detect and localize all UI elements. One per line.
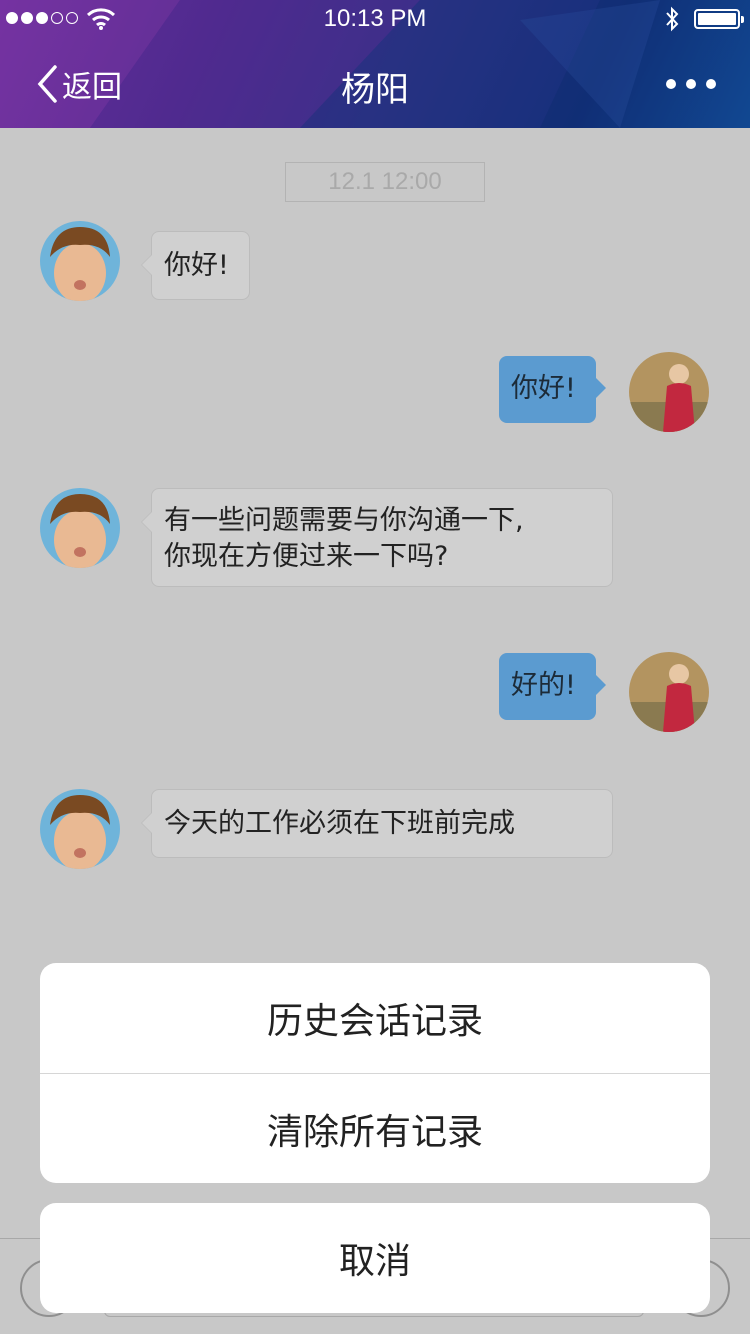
action-sheet: 历史会话记录 清除所有记录 bbox=[40, 963, 710, 1183]
more-dot-icon bbox=[666, 79, 676, 89]
more-dot-icon bbox=[686, 79, 696, 89]
boy-avatar-icon bbox=[40, 488, 120, 568]
chat-timestamp: 12.1 12:00 bbox=[285, 162, 485, 202]
nav-header: 10:13 PM 返回 杨阳 bbox=[0, 0, 750, 128]
contact-avatar[interactable] bbox=[40, 789, 120, 869]
message-bubble-outgoing: 好的! bbox=[499, 653, 606, 720]
message-bubble-outgoing: 你好! bbox=[499, 356, 606, 423]
boy-avatar-icon bbox=[40, 221, 120, 301]
back-button[interactable]: 返回 bbox=[36, 62, 122, 106]
bluetooth-icon bbox=[666, 6, 679, 32]
status-bar: 10:13 PM bbox=[0, 0, 750, 40]
back-label: 返回 bbox=[62, 70, 122, 105]
more-options-button[interactable] bbox=[666, 66, 716, 102]
more-dot-icon bbox=[706, 79, 716, 89]
boy-avatar-icon bbox=[40, 789, 120, 869]
contact-avatar[interactable] bbox=[40, 488, 120, 568]
clear-records-button[interactable]: 清除所有记录 bbox=[40, 1073, 710, 1183]
message-text-line: 你现在方便过来一下吗? bbox=[164, 541, 449, 572]
message-text: 好的! bbox=[511, 670, 576, 701]
status-time: 10:13 PM bbox=[323, 5, 427, 32]
message-bubble-incoming: 今天的工作必须在下班前完成 bbox=[141, 789, 613, 858]
my-avatar[interactable] bbox=[629, 352, 709, 432]
my-avatar[interactable] bbox=[629, 652, 709, 732]
message-bubble-incoming: 你好! bbox=[141, 231, 250, 300]
girl-avatar-icon bbox=[629, 352, 709, 432]
cancel-button[interactable]: 取消 bbox=[40, 1203, 710, 1313]
girl-avatar-icon bbox=[629, 652, 709, 732]
contact-avatar[interactable] bbox=[40, 221, 120, 301]
message-text: 今天的工作必须在下班前完成 bbox=[164, 808, 515, 839]
message-text-line: 有一些问题需要与你沟通一下, bbox=[164, 505, 524, 536]
message-bubble-incoming: 有一些问题需要与你沟通一下, 你现在方便过来一下吗? bbox=[141, 488, 613, 587]
message-text: 你好! bbox=[164, 250, 229, 281]
chevron-left-icon bbox=[37, 65, 57, 103]
history-records-button[interactable]: 历史会话记录 bbox=[40, 963, 710, 1073]
message-text: 你好! bbox=[511, 373, 576, 404]
battery-icon bbox=[694, 9, 744, 29]
